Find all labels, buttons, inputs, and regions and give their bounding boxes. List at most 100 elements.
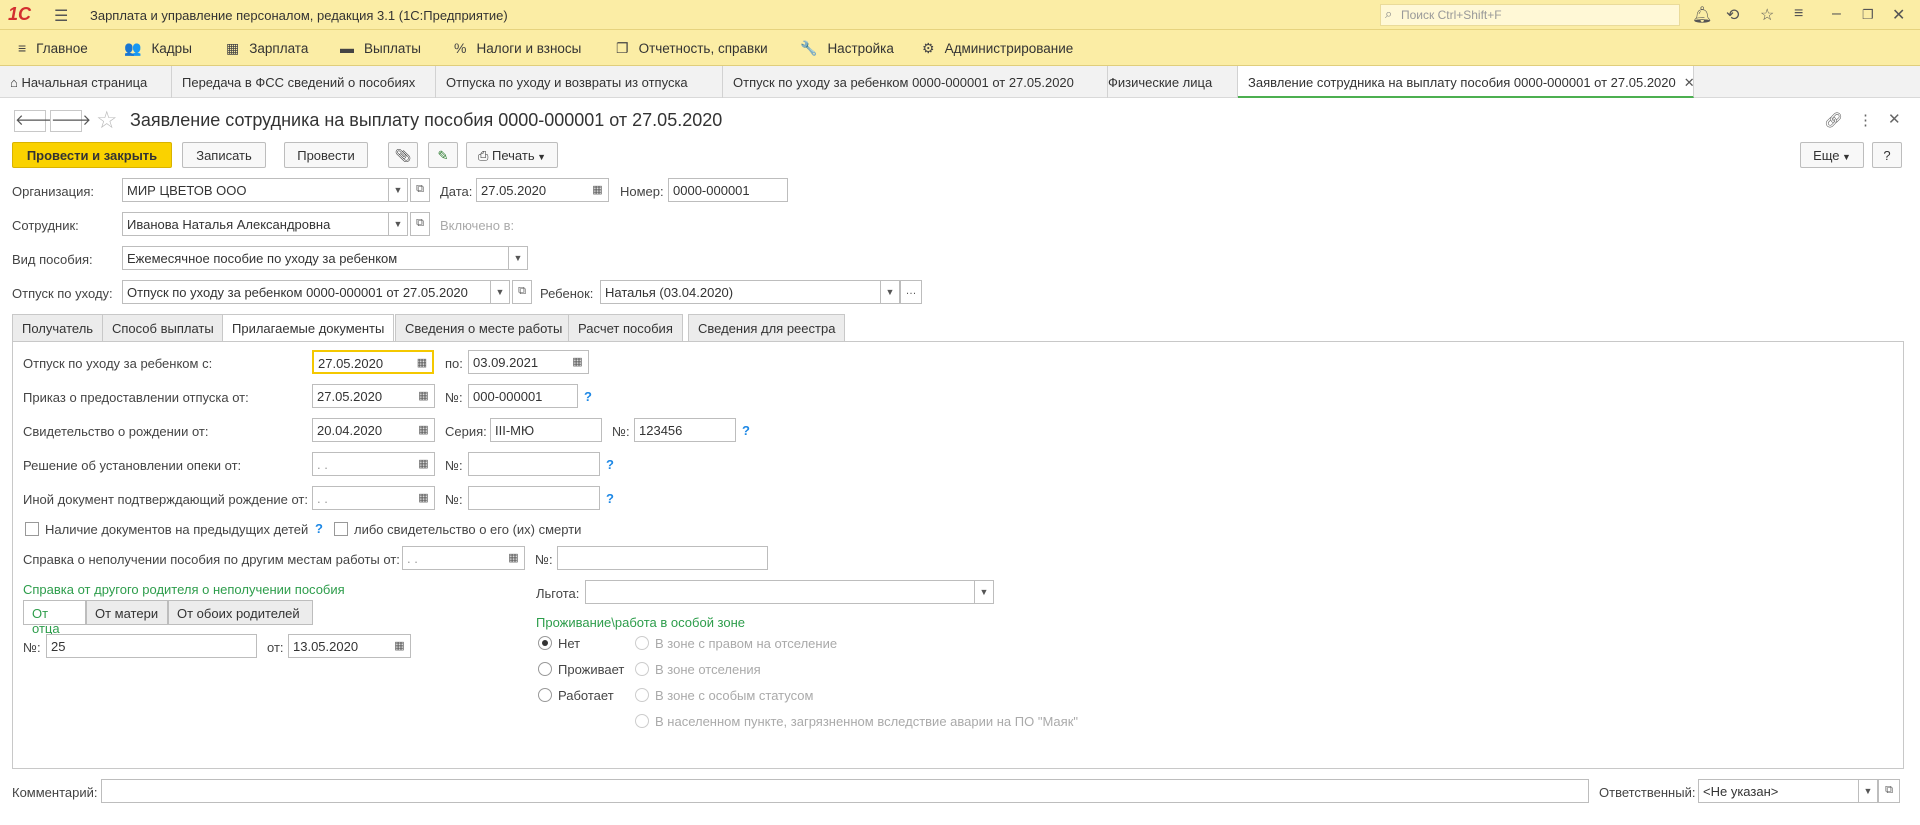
parent-date-field[interactable]: 13.05.2020: [288, 634, 390, 658]
no-benefit-date-field[interactable]: . .: [402, 546, 504, 570]
privilege-field[interactable]: [585, 580, 976, 604]
back-button[interactable]: 🡐: [14, 110, 55, 132]
comment-field[interactable]: [101, 779, 1589, 803]
forward-button[interactable]: 🡒: [50, 110, 91, 132]
restore-icon[interactable]: ❐: [1862, 7, 1874, 23]
help-question-icon[interactable]: ?: [742, 423, 750, 438]
benefit-type-dropdown[interactable]: ▼: [508, 246, 528, 270]
menu-item-payments[interactable]: ▬ Выплаты: [340, 40, 421, 56]
guardian-date-field[interactable]: . .: [312, 452, 414, 476]
more-vertical-icon[interactable]: ⋮: [1858, 111, 1873, 129]
org-open-button[interactable]: ⧉: [410, 178, 430, 202]
responsible-open-button[interactable]: ⧉: [1878, 779, 1900, 803]
child-select-button[interactable]: …: [900, 280, 922, 304]
benefit-type-field[interactable]: Ежемесячное пособие по уходу за ребенком: [122, 246, 510, 270]
parent-no-field[interactable]: 25: [46, 634, 257, 658]
close-window-icon[interactable]: ✕: [1892, 5, 1905, 25]
leave-dropdown[interactable]: ▼: [490, 280, 510, 304]
favorite-star-icon[interactable]: ☆: [96, 106, 118, 135]
leave-open-button[interactable]: ⧉: [512, 280, 532, 304]
more-button[interactable]: Еще ▼: [1800, 142, 1864, 168]
from-mother-option[interactable]: От матери: [86, 600, 168, 625]
no-benefit-no-field[interactable]: [557, 546, 768, 570]
menu-item-settings[interactable]: 🔧 Настройка: [800, 40, 894, 57]
leave-field[interactable]: Отпуск по уходу за ребенком 0000-000001 …: [122, 280, 492, 304]
tab-application[interactable]: Заявление сотрудника на выплату пособия …: [1238, 66, 1694, 98]
death-cert-checkbox[interactable]: [334, 522, 348, 536]
privilege-dropdown[interactable]: ▼: [974, 580, 994, 604]
order-date-calendar[interactable]: ▦: [413, 384, 435, 408]
tab-workplace-info[interactable]: Сведения о месте работы: [395, 314, 573, 342]
help-button[interactable]: ?: [1872, 142, 1902, 168]
zone-relocation-radio[interactable]: [635, 662, 649, 676]
tab-fss[interactable]: Передача в ФСС сведений о пособиях: [172, 66, 436, 98]
org-dropdown[interactable]: ▼: [388, 178, 408, 202]
birth-date-calendar[interactable]: ▦: [413, 418, 435, 442]
no-benefit-date-calendar[interactable]: ▦: [503, 546, 525, 570]
edit-button[interactable]: ✎: [428, 142, 458, 168]
responsible-dropdown[interactable]: ▼: [1858, 779, 1878, 803]
tab-payment-method[interactable]: Способ выплаты: [102, 314, 224, 342]
from-both-option[interactable]: От обоих родителей: [168, 600, 313, 625]
help-question-icon[interactable]: ?: [606, 457, 614, 472]
guardian-date-calendar[interactable]: ▦: [413, 452, 435, 476]
menu-item-reports[interactable]: ❐ Отчетность, справки: [616, 40, 768, 57]
employee-open-button[interactable]: ⧉: [410, 212, 430, 236]
child-field[interactable]: Наталья (03.04.2020): [600, 280, 882, 304]
save-button[interactable]: Записать: [182, 142, 266, 168]
zone-relocation-right-radio[interactable]: [635, 636, 649, 650]
tab-registry-info[interactable]: Сведения для реестра: [688, 314, 846, 342]
birth-no-field[interactable]: 123456: [634, 418, 736, 442]
help-question-icon[interactable]: ?: [584, 389, 592, 404]
tab-home[interactable]: ⌂ Начальная страница: [0, 66, 172, 98]
zone-lives-radio[interactable]: [538, 662, 552, 676]
link-icon[interactable]: 🔗︎: [1824, 111, 1843, 129]
menu-item-admin[interactable]: ⚙ Администрирование: [922, 40, 1073, 57]
prev-children-checkbox[interactable]: [25, 522, 39, 536]
zone-mayak-radio[interactable]: [635, 714, 649, 728]
other-doc-date-calendar[interactable]: ▦: [413, 486, 435, 510]
tab-leaves[interactable]: Отпуска по уходу и возвраты из отпуска: [436, 66, 723, 98]
menu-item-main[interactable]: ≡ Главное: [18, 40, 88, 56]
leave-from-calendar[interactable]: ▦: [412, 350, 434, 374]
menu-item-taxes[interactable]: % Налоги и взносы: [454, 40, 581, 56]
from-father-option[interactable]: От отца: [23, 600, 86, 636]
tab-persons[interactable]: Физические лица: [1098, 66, 1238, 98]
settings-icon[interactable]: ≡: [1794, 5, 1803, 23]
close-tab-icon[interactable]: ✕: [1684, 75, 1693, 90]
zone-none-radio[interactable]: [538, 636, 552, 650]
post-button[interactable]: Провести: [284, 142, 368, 168]
tab-benefit-calc[interactable]: Расчет пособия: [568, 314, 683, 342]
employee-dropdown[interactable]: ▼: [388, 212, 408, 236]
tab-recipient[interactable]: Получатель: [12, 314, 104, 342]
guardian-no-field[interactable]: [468, 452, 600, 476]
leave-from-field[interactable]: 27.05.2020: [312, 350, 414, 374]
menu-item-salary[interactable]: ▦ Зарплата: [226, 40, 308, 57]
zone-special-status-radio[interactable]: [635, 688, 649, 702]
history-icon[interactable]: ⟲: [1726, 5, 1739, 25]
other-doc-no-field[interactable]: [468, 486, 600, 510]
parent-date-calendar[interactable]: ▦: [389, 634, 411, 658]
leave-to-field[interactable]: 03.09.2021: [468, 350, 568, 374]
help-question-icon[interactable]: ?: [606, 491, 614, 506]
attach-button[interactable]: 📎︎: [388, 142, 418, 168]
responsible-field[interactable]: <Не указан>: [1698, 779, 1860, 803]
menu-item-hr[interactable]: 👥 Кадры: [124, 40, 192, 57]
zone-works-radio[interactable]: [538, 688, 552, 702]
close-form-icon[interactable]: ✕: [1888, 110, 1901, 128]
birth-date-field[interactable]: 20.04.2020: [312, 418, 414, 442]
order-date-field[interactable]: 27.05.2020: [312, 384, 414, 408]
search-input[interactable]: ⌕ Поиск Ctrl+Shift+F: [1380, 4, 1680, 26]
leave-to-calendar[interactable]: ▦: [567, 350, 589, 374]
bell-icon[interactable]: 🔔︎: [1692, 5, 1712, 25]
org-field[interactable]: МИР ЦВЕТОВ ООО: [122, 178, 390, 202]
order-no-field[interactable]: 000-000001: [468, 384, 578, 408]
other-doc-date-field[interactable]: . .: [312, 486, 414, 510]
tab-leave-doc[interactable]: Отпуск по уходу за ребенком 0000-000001 …: [723, 66, 1108, 98]
post-and-close-button[interactable]: Провести и закрыть: [12, 142, 172, 168]
print-button[interactable]: ⎙ Печать ▼: [466, 142, 558, 168]
child-dropdown[interactable]: ▼: [880, 280, 900, 304]
main-menu-icon[interactable]: ☰: [54, 6, 68, 26]
date-calendar-button[interactable]: ▦: [587, 178, 609, 202]
help-question-icon[interactable]: ?: [315, 521, 323, 536]
